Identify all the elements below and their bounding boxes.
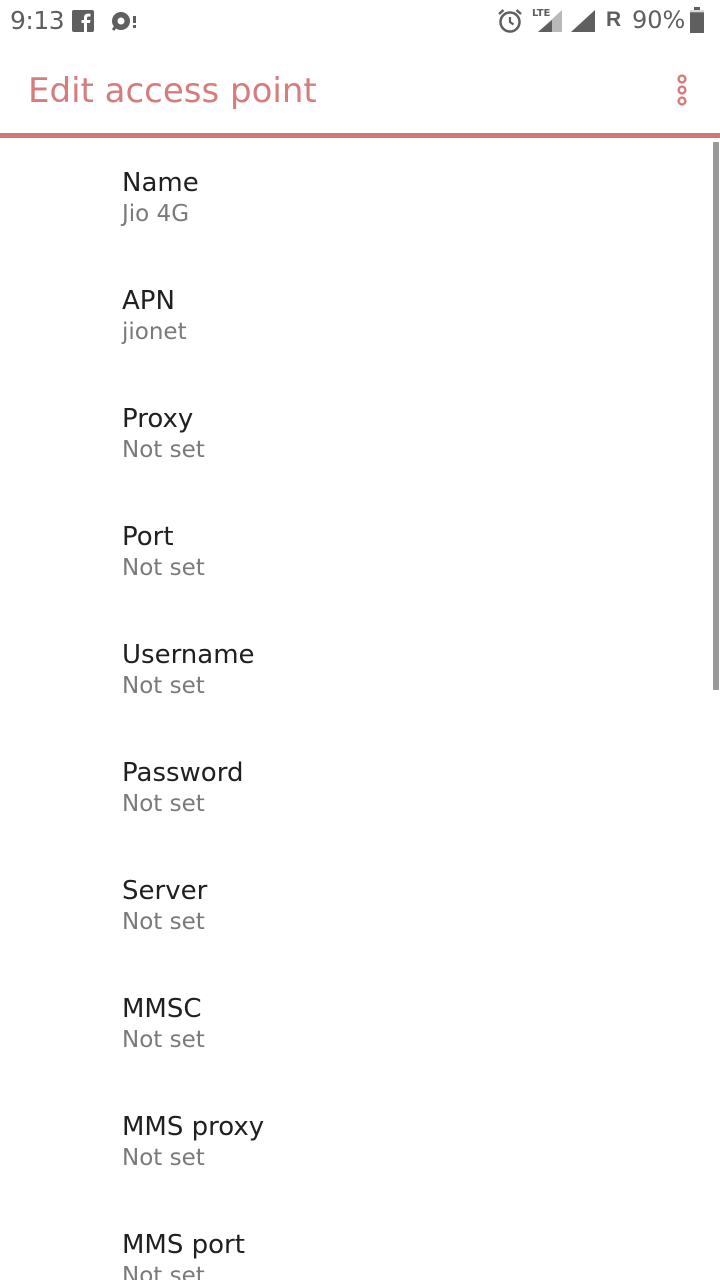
- page-title: Edit access point: [28, 71, 317, 111]
- pref-port[interactable]: Port Not set: [0, 492, 712, 610]
- app-bar: Edit access point: [0, 44, 720, 136]
- status-bar: 9:13 LTE R 90%: [0, 0, 720, 44]
- scrollbar[interactable]: [713, 142, 719, 690]
- svg-text:LTE: LTE: [532, 8, 551, 19]
- pref-title: MMS proxy: [122, 1112, 265, 1142]
- pref-title: Port: [122, 522, 174, 552]
- pref-title: Server: [122, 876, 208, 906]
- pref-proxy[interactable]: Proxy Not set: [0, 374, 712, 492]
- pref-name[interactable]: Name Jio 4G: [0, 138, 712, 256]
- more-options-button[interactable]: [664, 70, 700, 110]
- pref-title: MMSC: [122, 994, 202, 1024]
- pref-summary: Not set: [122, 437, 205, 463]
- pref-summary: Not set: [122, 1145, 205, 1171]
- pref-title: Password: [122, 758, 244, 788]
- alarm-icon: [497, 8, 523, 39]
- more-vert-icon: [677, 74, 687, 106]
- battery-percent: 90%: [632, 6, 686, 34]
- pref-summary: Jio 4G: [122, 201, 190, 227]
- pref-password[interactable]: Password Not set: [0, 728, 712, 846]
- pref-summary: Not set: [122, 673, 205, 699]
- pref-summary: Not set: [122, 791, 205, 817]
- pref-mms-port[interactable]: MMS port Not set: [0, 1200, 712, 1280]
- pref-title: Proxy: [122, 404, 194, 434]
- roaming-indicator: R: [606, 8, 622, 31]
- pref-mms-proxy[interactable]: MMS proxy Not set: [0, 1082, 712, 1200]
- pref-summary: Not set: [122, 1263, 205, 1280]
- status-time: 9:13: [10, 6, 65, 35]
- facebook-icon: [72, 10, 94, 37]
- pref-title: Username: [122, 640, 255, 670]
- pref-summary: Not set: [122, 1027, 205, 1053]
- pref-summary: jionet: [122, 319, 187, 345]
- pref-summary: Not set: [122, 909, 205, 935]
- pref-title: APN: [122, 286, 175, 316]
- pref-username[interactable]: Username Not set: [0, 610, 712, 728]
- notification-icon: [110, 10, 138, 37]
- lte-signal-icon: LTE: [532, 6, 564, 39]
- pref-summary: Not set: [122, 555, 205, 581]
- pref-server[interactable]: Server Not set: [0, 846, 712, 964]
- pref-title: Name: [122, 168, 199, 198]
- pref-mmsc[interactable]: MMSC Not set: [0, 964, 712, 1082]
- battery-icon: [690, 7, 704, 38]
- signal-icon: [569, 8, 597, 39]
- pref-apn[interactable]: APN jionet: [0, 256, 712, 374]
- pref-title: MMS port: [122, 1230, 245, 1260]
- apn-settings-list[interactable]: Name Jio 4G APN jionet Proxy Not set Por…: [0, 138, 720, 1280]
